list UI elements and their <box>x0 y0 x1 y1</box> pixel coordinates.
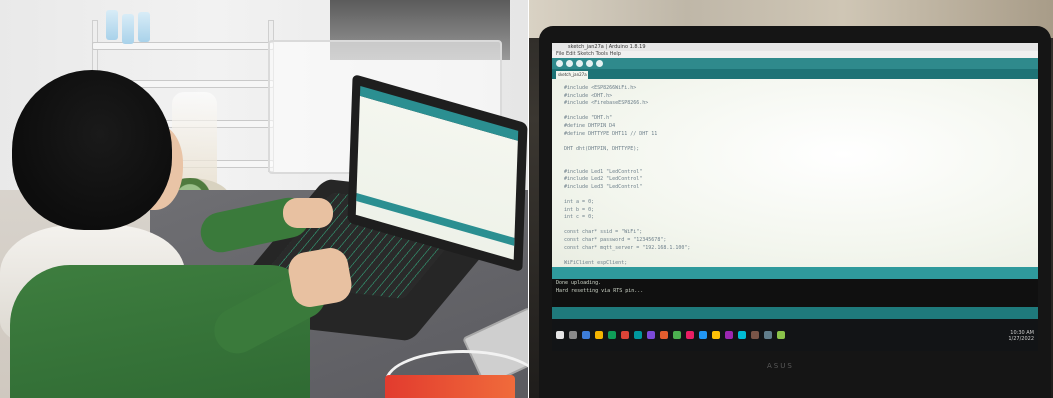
shelf-tier <box>92 42 274 50</box>
laptop-brand-logo: ASUS <box>767 362 794 370</box>
app-icon <box>647 331 655 339</box>
ide-console-header <box>552 267 1038 279</box>
search-icon <box>569 331 577 339</box>
app-icon <box>621 331 629 339</box>
app-icon <box>686 331 694 339</box>
ide-tab-bar: sketch_jan27a <box>552 69 1038 79</box>
arduino-icon <box>634 331 642 339</box>
hair <box>12 70 172 230</box>
water-bottle <box>122 14 134 44</box>
photo-laptop-screen: sketch_jan27a | Arduino 1.8.19 File Edit… <box>529 0 1053 398</box>
code-line: #define DHTTYPE DHT11 // DHT 11 <box>564 130 658 137</box>
code-line: DHT dht(DHTPIN, DHTTYPE); <box>564 145 640 152</box>
water-bottle <box>106 10 118 40</box>
photo-collage: sketch_jan27a | Arduino 1.8.19 File Edit… <box>0 0 1053 398</box>
app-icon <box>725 331 733 339</box>
app-icon <box>608 331 616 339</box>
app-icon <box>673 331 681 339</box>
windows-taskbar: 10:30 AM 1/27/2022 <box>552 319 1038 351</box>
photo-girl-using-laptop <box>0 0 528 398</box>
app-icon <box>582 331 590 339</box>
left-hand <box>283 198 333 228</box>
tray-date: 1/27/2022 <box>1008 336 1034 342</box>
verify-icon <box>556 60 563 67</box>
ide-menu-bar: File Edit Sketch Tools Help <box>552 51 1038 58</box>
code-editor: #include <ESP8266WiFi.h> #include <DHT.h>… <box>552 79 1038 267</box>
upload-icon <box>566 60 573 67</box>
windows-start-icon <box>556 331 564 339</box>
laptop-bezel: sketch_jan27a | Arduino 1.8.19 File Edit… <box>539 26 1051 398</box>
code-line: int c = 0; <box>564 214 595 221</box>
open-icon <box>586 60 593 67</box>
ide-console: Done uploading. Hard resetting via RTS p… <box>552 279 1038 307</box>
code-line: const char* mqtt_server = "192.168.1.100… <box>564 244 691 251</box>
code-line: #include Led3 "LedControl" <box>564 183 643 190</box>
app-icon <box>660 331 668 339</box>
app-icon <box>595 331 603 339</box>
ide-tab: sketch_jan27a <box>556 71 588 79</box>
code-line: #include <FirebaseESP8266.h> <box>564 100 649 107</box>
new-icon <box>576 60 583 67</box>
ide-window-title: sketch_jan27a | Arduino 1.8.19 <box>552 43 1038 51</box>
app-icon <box>777 331 785 339</box>
laptop-display: sketch_jan27a | Arduino 1.8.19 File Edit… <box>552 43 1038 351</box>
app-icon <box>764 331 772 339</box>
snack-package <box>385 375 515 398</box>
system-tray: 10:30 AM 1/27/2022 <box>1008 330 1034 342</box>
water-bottle <box>138 12 150 42</box>
console-line: Done uploading. <box>556 280 602 286</box>
app-icon <box>699 331 707 339</box>
save-icon <box>596 60 603 67</box>
ide-toolbar <box>552 58 1038 69</box>
app-icon <box>751 331 759 339</box>
app-icon <box>738 331 746 339</box>
console-line: Hard resetting via RTS pin... <box>556 288 644 294</box>
ide-status-bar <box>552 307 1038 319</box>
app-icon <box>712 331 720 339</box>
